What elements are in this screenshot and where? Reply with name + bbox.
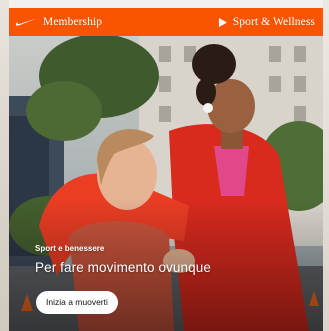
play-arrow-icon — [218, 17, 227, 27]
adjacent-card-left — [0, 0, 9, 331]
sport-wellness-link[interactable]: Sport & Wellness — [218, 16, 315, 28]
membership-label: Membership — [43, 16, 103, 28]
membership-link[interactable]: Membership — [15, 16, 102, 28]
start-moving-button[interactable]: Inizia a muoverti — [36, 291, 118, 314]
nike-swoosh-icon — [16, 18, 37, 26]
sport-wellness-label: Sport & Wellness — [232, 16, 315, 28]
card-header-bar: Membership Sport & Wellness — [9, 8, 323, 36]
hero-image — [9, 36, 323, 331]
promo-card[interactable]: Membership Sport & Wellness Sport e bene… — [9, 8, 323, 331]
promo-eyebrow: Sport e benessere — [35, 244, 105, 253]
adjacent-card-right — [323, 0, 329, 331]
promo-headline: Per fare movimento ovunque — [35, 260, 211, 275]
hero-illustration — [9, 36, 323, 331]
